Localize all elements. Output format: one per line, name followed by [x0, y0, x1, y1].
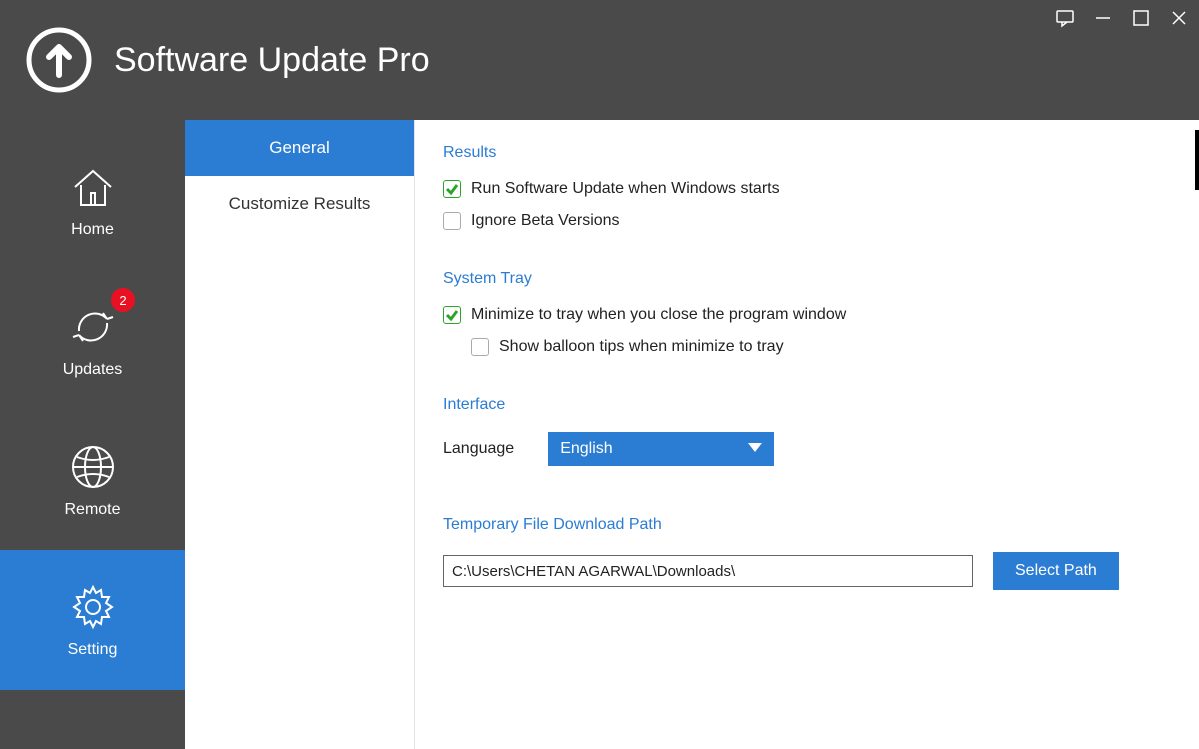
sidebar-item-remote[interactable]: Remote	[0, 410, 185, 550]
checkbox-row-ignore-beta: Ignore Beta Versions	[443, 212, 1171, 230]
titlebar: Software Update Pro	[0, 0, 1199, 120]
download-path-row: Select Path	[443, 552, 1171, 590]
subnav-item-customize[interactable]: Customize Results	[185, 176, 414, 232]
app-title: Software Update Pro	[114, 41, 430, 80]
checkbox-row-run-on-start: Run Software Update when Windows starts	[443, 180, 1171, 198]
checkbox-run-on-start[interactable]	[443, 180, 461, 198]
app-window: Software Update Pro Home	[0, 0, 1199, 749]
home-icon	[67, 161, 119, 213]
language-label: Language	[443, 440, 514, 458]
sidebar-item-label: Remote	[64, 501, 120, 519]
sidebar: Home 2 Updates	[0, 120, 185, 749]
sidebar-item-label: Home	[71, 221, 114, 239]
chevron-down-icon	[748, 440, 762, 458]
checkbox-label: Run Software Update when Windows starts	[471, 180, 780, 198]
feedback-icon[interactable]	[1055, 8, 1075, 28]
maximize-icon[interactable]	[1131, 8, 1151, 28]
checkbox-label: Show balloon tips when minimize to tray	[499, 338, 784, 356]
sidebar-item-updates[interactable]: 2 Updates	[0, 270, 185, 410]
checkbox-label: Minimize to tray when you close the prog…	[471, 306, 846, 324]
checkbox-ignore-beta[interactable]	[443, 212, 461, 230]
close-icon[interactable]	[1169, 8, 1189, 28]
checkbox-balloon-tips[interactable]	[471, 338, 489, 356]
app-logo-icon	[24, 25, 94, 95]
section-title-results: Results	[443, 144, 1171, 162]
language-dropdown[interactable]: English	[548, 432, 774, 466]
globe-icon	[67, 441, 119, 493]
sync-icon	[67, 301, 119, 353]
updates-badge: 2	[111, 288, 135, 312]
subnav: General Customize Results	[185, 120, 415, 749]
sidebar-item-home[interactable]: Home	[0, 130, 185, 270]
window-controls	[1055, 8, 1189, 28]
sidebar-item-setting[interactable]: Setting	[0, 550, 185, 690]
checkbox-label: Ignore Beta Versions	[471, 212, 620, 230]
section-title-interface: Interface	[443, 396, 1171, 414]
sidebar-item-label: Setting	[68, 641, 118, 659]
download-path-input[interactable]	[443, 555, 973, 587]
section-title-download-path: Temporary File Download Path	[443, 516, 1171, 534]
checkbox-row-minimize-tray: Minimize to tray when you close the prog…	[443, 306, 1171, 324]
checkbox-row-balloon-tips: Show balloon tips when minimize to tray	[471, 338, 1171, 356]
dropdown-value: English	[560, 440, 612, 458]
subnav-item-general[interactable]: General	[185, 120, 414, 176]
sidebar-item-label: Updates	[63, 361, 123, 379]
language-row: Language English	[443, 432, 1171, 466]
minimize-icon[interactable]	[1093, 8, 1113, 28]
select-path-button[interactable]: Select Path	[993, 552, 1119, 590]
gear-icon	[67, 581, 119, 633]
body: Home 2 Updates	[0, 120, 1199, 749]
content-panel: Results Run Software Update when Windows…	[415, 120, 1199, 749]
checkbox-minimize-tray[interactable]	[443, 306, 461, 324]
scrollbar-hint	[1195, 130, 1199, 190]
section-title-system-tray: System Tray	[443, 270, 1171, 288]
